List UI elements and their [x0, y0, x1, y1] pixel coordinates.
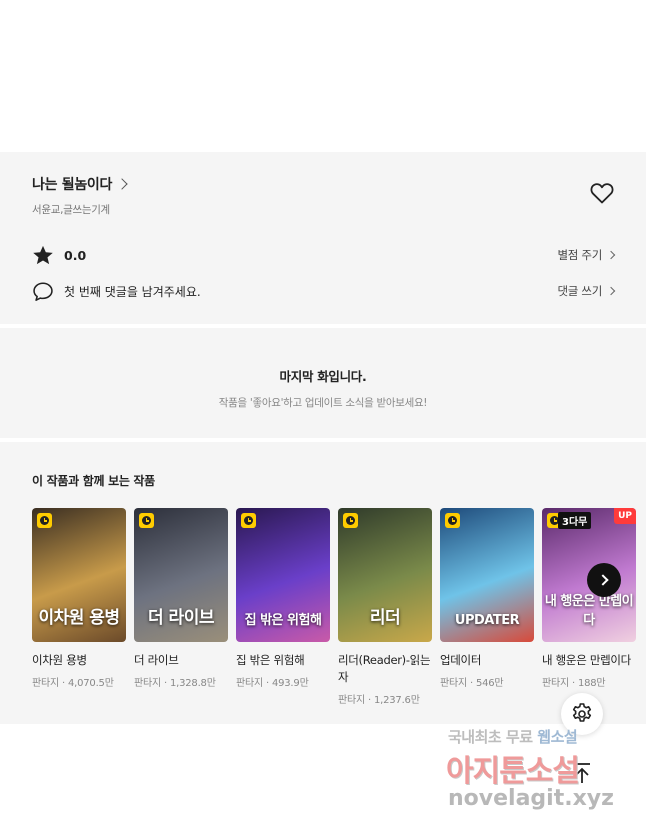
- recommendation-title: 이차원 용병: [32, 653, 87, 667]
- view-count: 4,070.5만: [67, 678, 114, 689]
- chevron-right-icon: [606, 286, 616, 296]
- separator: ·: [467, 678, 476, 689]
- heart-outline-icon[interactable]: [590, 182, 614, 204]
- cover-image: 리더: [338, 508, 432, 642]
- settings-button[interactable]: [561, 693, 603, 735]
- cover-image: 더 라이브: [134, 508, 228, 642]
- write-comment-button[interactable]: 댓글 쓰기: [557, 283, 616, 299]
- cover-title-art: 집 밖은 위험해: [244, 613, 322, 628]
- cover-image: 집 밖은 위험해: [236, 508, 330, 642]
- recommendation-card[interactable]: 리더리더(Reader)-읽는자판타지 · 1,237.6만: [338, 508, 432, 706]
- rating-value: 0.0: [64, 247, 87, 263]
- gear-icon: [572, 703, 592, 722]
- recommendation-title: 리더(Reader)-읽는자: [338, 653, 431, 684]
- clock-badge-icon: [445, 513, 460, 528]
- genre: 판타지: [440, 678, 467, 689]
- free-badge: 3다무: [558, 512, 592, 529]
- separator: ·: [161, 678, 170, 689]
- last-episode-notice: 마지막 화입니다. 작품을 '좋아요'하고 업데이트 소식을 받아보세요!: [0, 328, 646, 438]
- separator: ·: [263, 678, 272, 689]
- star-icon: [32, 244, 54, 266]
- recommendation-title: 내 행운은 만렙이다: [542, 653, 631, 667]
- cover-title-art: 이차원 용병: [38, 608, 120, 628]
- cover-image: 이차원 용병: [32, 508, 126, 642]
- comment-row: 첫 번째 댓글을 남겨주세요. 댓글 쓰기: [32, 280, 616, 302]
- view-count: 1,237.6만: [373, 695, 420, 706]
- separator: ·: [59, 678, 68, 689]
- recommendation-list: 이차원 용병 이차원 용병 판타지 · 4,070.5만 더 라이브 더 라이브 판타지 …: [32, 508, 636, 706]
- recommendations-section: 이 작품과 함께 보는 작품 이차원 용병 이차원 용병 판타지 · 4,070.5…: [0, 442, 646, 724]
- cover-title-art: 리더: [369, 608, 401, 628]
- separator: ·: [365, 695, 374, 706]
- speech-bubble-icon: [32, 280, 54, 302]
- recommendation-title: 집 밖은 위험해: [236, 653, 305, 667]
- view-count: 188만: [577, 678, 606, 689]
- genre: 판타지: [542, 678, 569, 689]
- cover-title-art: 내 행운은 만렙이다: [544, 594, 634, 628]
- watermark-line1-a: 국내최초 무료: [448, 728, 533, 746]
- chevron-right-icon: [116, 178, 128, 190]
- last-episode-subtitle: 작품을 '좋아요'하고 업데이트 소식을 받아보세요!: [218, 397, 428, 409]
- carousel-next-button[interactable]: [587, 563, 621, 597]
- work-title: 나는 될놈이다: [32, 177, 113, 193]
- recommendation-title: 업데이터: [440, 653, 482, 667]
- genre: 판타지: [236, 678, 263, 689]
- recommendation-meta: 판타지 · 546만: [440, 674, 534, 689]
- recommendation-card[interactable]: UPDATER 업데이터판타지 · 546만: [440, 508, 534, 706]
- genre: 판타지: [338, 695, 365, 706]
- top-blank-area: [0, 0, 646, 152]
- scroll-top-button[interactable]: [561, 752, 603, 794]
- view-count: 546만: [475, 678, 504, 689]
- arrow-up-icon: [574, 763, 590, 783]
- last-episode-title: 마지막 화입니다.: [279, 369, 367, 384]
- cover-title-art: 더 라이브: [148, 608, 214, 628]
- view-count: 493.9만: [271, 678, 309, 689]
- recommendation-meta: 판타지 · 188만: [542, 674, 636, 689]
- comment-prompt: 첫 번째 댓글을 남겨주세요.: [64, 284, 201, 299]
- recommendation-meta: 판타지 · 4,070.5만: [32, 674, 126, 689]
- clock-badge-icon: [139, 513, 154, 528]
- genre: 판타지: [134, 678, 161, 689]
- genre: 판타지: [32, 678, 59, 689]
- clock-badge-icon: [37, 513, 52, 528]
- rating-row: 0.0 별점 주기: [32, 244, 616, 266]
- watermark-line2: 아지툰소설: [446, 754, 580, 789]
- rate-button-label: 별점 주기: [557, 248, 603, 262]
- recommendations-heading: 이 작품과 함께 보는 작품: [32, 474, 155, 488]
- separator: ·: [569, 678, 578, 689]
- recommendation-card[interactable]: 더 라이브 더 라이브 판타지 · 1,328.8만: [134, 508, 228, 706]
- cover-title-art: UPDATER: [454, 613, 520, 628]
- recommendation-card[interactable]: 3다무 UP 내 행운은 만렙이다 내 행운은 만렙이다 판타지 · 188만: [542, 508, 636, 706]
- recommendation-card[interactable]: 집 밖은 위험해 집 밖은 위험해 판타지 · 493.9만: [236, 508, 330, 706]
- clock-badge-icon: [241, 513, 256, 528]
- recommendation-title: 더 라이브: [134, 653, 179, 667]
- recommendation-meta: 판타지 · 1,237.6만: [338, 691, 432, 706]
- work-info-panel: 나는 될놈이다 서윤교,글쓰는기계 0.0 별점 주기 첫 번째 댓글을 남겨주…: [0, 152, 646, 324]
- work-title-link[interactable]: 나는 될놈이다: [32, 174, 614, 194]
- clock-badge-icon: [343, 513, 358, 528]
- watermark-line1: 국내최초 무료 웹소설: [448, 726, 578, 747]
- work-authors: 서윤교,글쓰는기계: [32, 204, 110, 216]
- cover-image: UPDATER: [440, 508, 534, 642]
- recommendation-meta: 판타지 · 1,328.8만: [134, 674, 228, 689]
- recommendation-meta: 판타지 · 493.9만: [236, 674, 330, 689]
- chevron-right-icon: [596, 574, 609, 586]
- write-comment-label: 댓글 쓰기: [557, 284, 603, 298]
- view-count: 1,328.8만: [169, 678, 216, 689]
- chevron-right-icon: [606, 250, 616, 260]
- rate-button[interactable]: 별점 주기: [557, 247, 616, 263]
- watermark: 국내최초 무료 웹소설 아지툰소설 novelagit.xyz: [446, 726, 638, 826]
- recommendation-card[interactable]: 이차원 용병 이차원 용병 판타지 · 4,070.5만: [32, 508, 126, 706]
- up-badge: UP: [614, 508, 636, 524]
